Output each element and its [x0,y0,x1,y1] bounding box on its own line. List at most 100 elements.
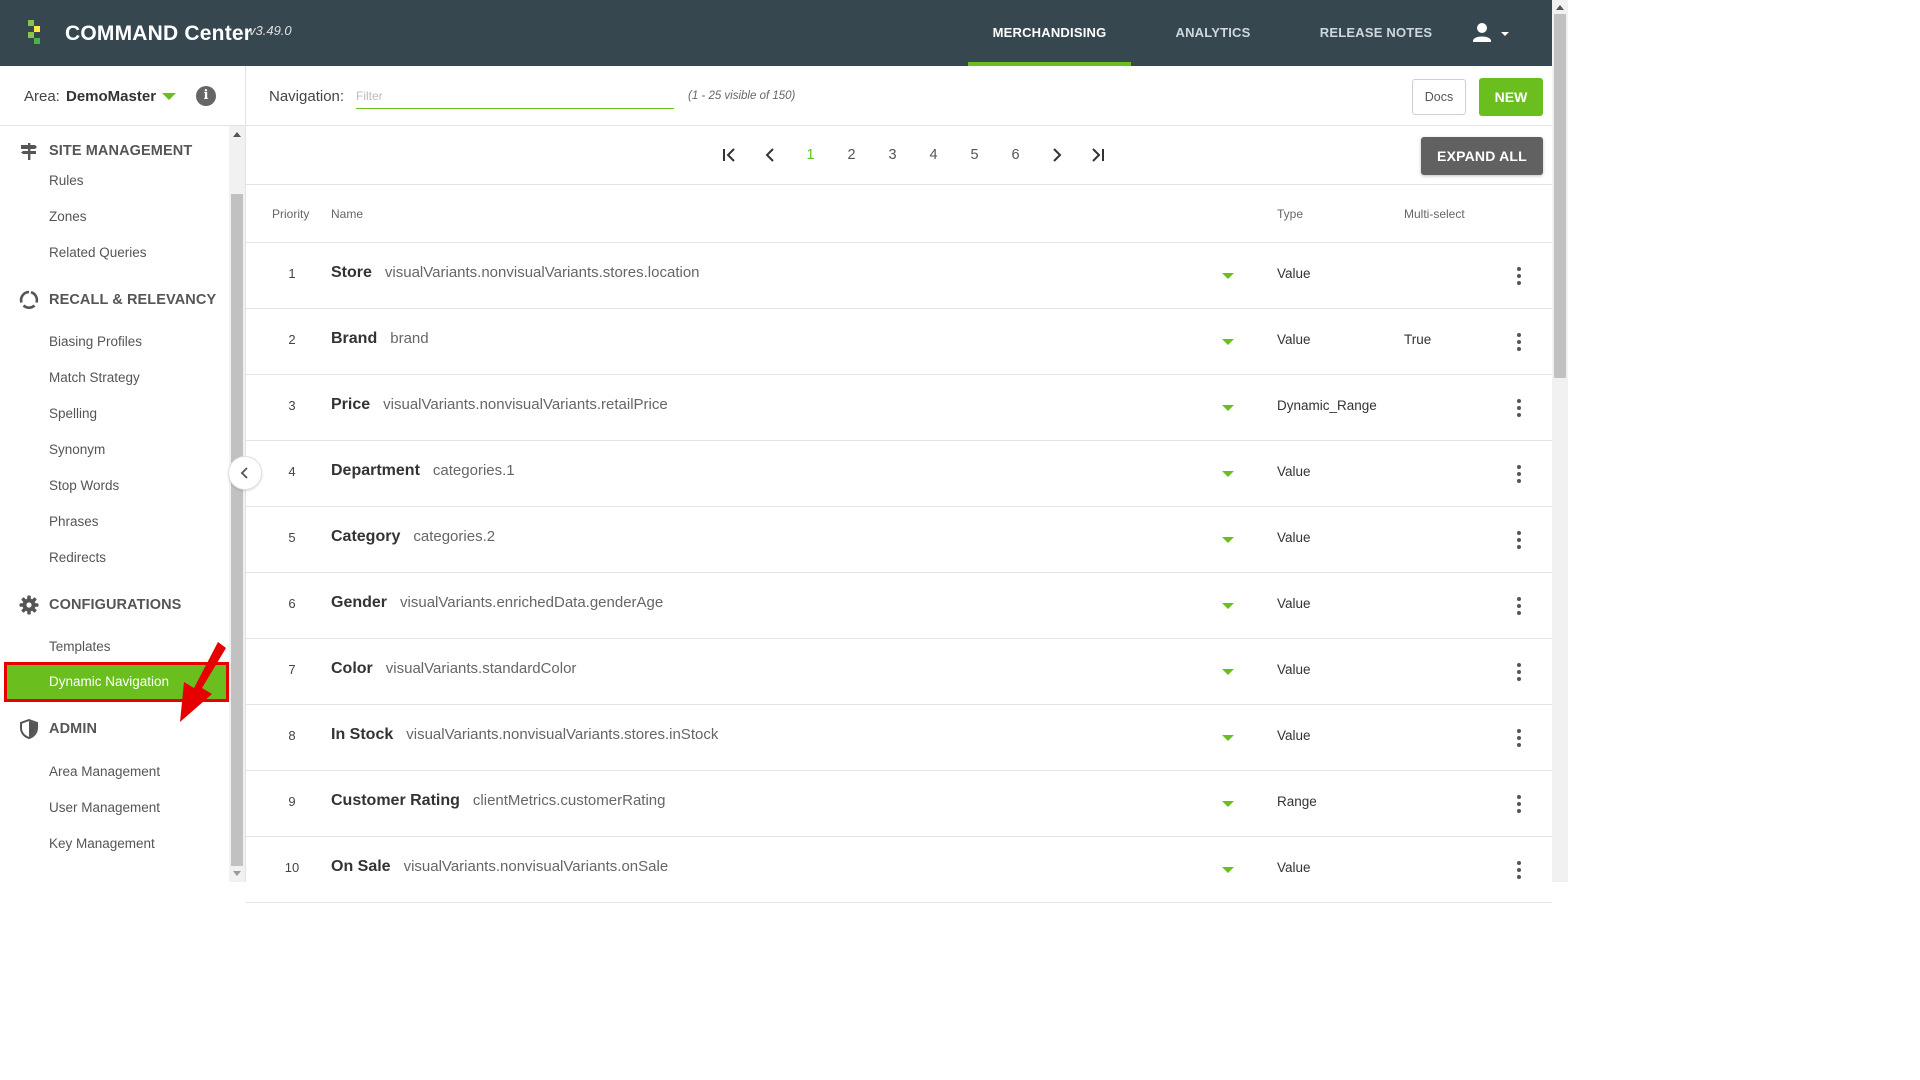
row-name[interactable]: Gender visualVariants.enrichedData.gender… [331,594,663,612]
sidebar-item-user-management[interactable]: User Management [49,800,160,815]
more-vert-icon[interactable] [1512,859,1526,881]
expand-row-icon[interactable] [1222,867,1234,873]
tab-release-notes[interactable]: RELEASE NOTES [1306,0,1446,66]
column-header-type[interactable]: Type [1277,207,1303,221]
table-row[interactable]: 4 Department categories.1 Value [246,441,1552,507]
prev-page-button[interactable] [749,147,790,163]
row-type: Value [1277,464,1311,479]
row-type: Value [1277,662,1311,677]
section-recall-relevancy: RECALL & RELEVANCY [18,289,216,311]
sidebar-item-redirects[interactable]: Redirects [49,550,106,565]
table-row[interactable]: 5 Category categories.2 Value [246,507,1552,573]
table-row[interactable]: 10 On Sale visualVariants.nonvisualVariant… [246,837,1552,903]
more-vert-icon[interactable] [1512,661,1526,683]
row-name[interactable]: Category categories.2 [331,528,495,546]
expand-row-icon[interactable] [1222,735,1234,741]
sidebar-item-spelling[interactable]: Spelling [49,406,97,421]
page-2-button[interactable]: 2 [831,147,872,163]
page-5-button[interactable]: 5 [954,147,995,163]
sidebar-item-biasing-profiles[interactable]: Biasing Profiles [49,334,142,349]
more-vert-icon[interactable] [1512,727,1526,749]
row-name[interactable]: Brand brand [331,330,429,348]
account-icon [1473,23,1509,42]
more-vert-icon[interactable] [1512,265,1526,287]
row-name[interactable]: Price visualVariants.nonvisualVariants.re… [331,396,668,414]
sidebar-item-area-management[interactable]: Area Management [49,764,160,779]
row-priority: 5 [288,530,296,545]
caret-down-icon[interactable] [162,93,176,100]
expand-row-icon[interactable] [1222,537,1234,543]
more-vert-icon[interactable] [1512,397,1526,419]
more-vert-icon[interactable] [1512,595,1526,617]
filter-input[interactable] [356,84,674,109]
docs-button[interactable]: Docs [1412,79,1466,115]
tab-merchandising[interactable]: MERCHANDISING [968,0,1131,66]
table-row[interactable]: 3 Price visualVariants.nonvisualVariants.r… [246,375,1552,441]
more-vert-icon[interactable] [1512,331,1526,353]
more-vert-icon[interactable] [1512,793,1526,815]
page-4-button[interactable]: 4 [913,147,954,163]
row-name[interactable]: Store visualVariants.nonvisualVariants.st… [331,264,700,282]
row-priority: 1 [288,266,296,281]
app-logo-icon[interactable] [28,20,46,46]
sidebar-item-match-strategy[interactable]: Match Strategy [49,370,140,385]
scrollbar-thumb[interactable] [1554,14,1566,378]
row-name[interactable]: Customer Rating clientMetrics.customerRat… [331,792,665,810]
table-row[interactable]: 6 Gender visualVariants.enrichedData.gende… [246,573,1552,639]
user-menu[interactable] [1472,22,1512,44]
sidebar-item-templates[interactable]: Templates [49,639,111,654]
expand-row-icon[interactable] [1222,801,1234,807]
table-row[interactable]: 8 In Stock visualVariants.nonvisualVariant… [246,705,1552,771]
expand-row-icon[interactable] [1222,471,1234,477]
expand-row-icon[interactable] [1222,669,1234,675]
page-3-button[interactable]: 3 [872,147,913,163]
sidebar-item-phrases[interactable]: Phrases [49,514,99,529]
sidebar-item-key-management[interactable]: Key Management [49,836,155,851]
chevron-right-icon [1052,148,1061,162]
first-page-button[interactable] [708,147,749,163]
sidebar-item-stop-words[interactable]: Stop Words [49,478,119,493]
pagination-row: 1 2 3 4 5 6 EXPAND ALL [246,127,1552,185]
scroll-up-icon[interactable] [233,132,241,137]
more-vert-icon[interactable] [1512,529,1526,551]
row-field: visualVariants.standardColor [385,660,577,677]
sidebar-item-synonym[interactable]: Synonym [49,442,105,457]
last-page-button[interactable] [1077,147,1118,163]
tab-analytics[interactable]: ANALYTICS [1148,0,1278,66]
sidebar-scrollbar[interactable] [229,126,245,882]
table-row[interactable]: 1 Store visualVariants.nonvisualVariants.s… [246,243,1552,309]
area-selector[interactable]: Area: DemoMaster i [0,66,245,126]
more-vert-icon[interactable] [1512,463,1526,485]
table-row[interactable]: 2 Brand brand Value True [246,309,1552,375]
page-scrollbar[interactable] [1552,0,1568,882]
area-value[interactable]: DemoMaster [66,88,156,105]
page-1-button[interactable]: 1 [790,147,831,163]
scroll-down-icon[interactable] [233,871,241,876]
column-header-multi-select[interactable]: Multi-select [1404,207,1465,221]
expand-row-icon[interactable] [1222,339,1234,345]
expand-row-icon[interactable] [1222,273,1234,279]
sidebar-item-zones[interactable]: Zones [49,209,87,224]
column-header-priority[interactable]: Priority [272,207,309,221]
row-name[interactable]: On Sale visualVariants.nonvisualVariants.… [331,858,668,876]
page-6-button[interactable]: 6 [995,147,1036,163]
scrollbar-thumb[interactable] [231,194,243,866]
row-name-label: Price [331,396,371,413]
expand-row-icon[interactable] [1222,405,1234,411]
info-icon[interactable]: i [196,86,216,106]
next-page-button[interactable] [1036,147,1077,163]
row-name[interactable]: In Stock visualVariants.nonvisualVariants… [331,726,718,744]
row-type: Range [1277,794,1317,809]
expand-row-icon[interactable] [1222,603,1234,609]
expand-all-button[interactable]: EXPAND ALL [1421,137,1543,175]
sidebar-item-rules[interactable]: Rules [49,173,84,188]
table-row[interactable]: 7 Color visualVariants.standardColor Value [246,639,1552,705]
sidebar-item-related-queries[interactable]: Related Queries [49,245,147,260]
row-name[interactable]: Color visualVariants.standardColor [331,660,576,678]
new-button[interactable]: NEW [1479,78,1543,116]
row-name[interactable]: Department categories.1 [331,462,515,480]
column-header-name[interactable]: Name [331,207,363,221]
scroll-up-icon[interactable] [1556,5,1564,10]
table-row[interactable]: 9 Customer Rating clientMetrics.customerRa… [246,771,1552,837]
row-field: visualVariants.nonvisualVariants.onSale [403,858,669,875]
